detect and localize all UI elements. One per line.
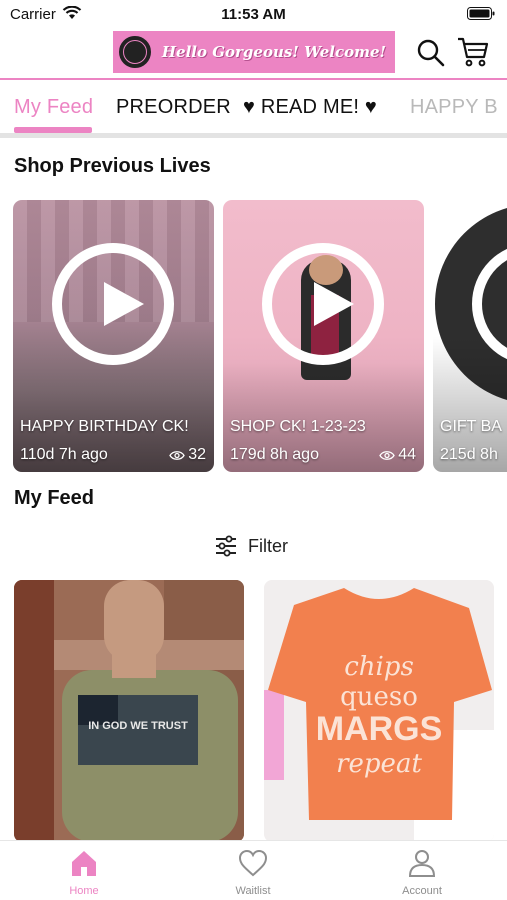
tab-read-me[interactable]: ♥ READ ME! ♥ <box>243 96 377 119</box>
shirt-text-line: repeat <box>336 749 422 779</box>
live-title: HAPPY BIRTHDAY CK! <box>20 418 189 435</box>
product-card[interactable]: IN GOD WE TRUST <box>14 580 244 842</box>
welcome-banner[interactable]: Hello Gorgeous! Welcome! <box>113 31 395 73</box>
live-meta: 179d 8h ago 44 <box>230 446 416 464</box>
live-title: SHOP CK! 1-23-23 <box>230 418 366 435</box>
tab-happy-birthday[interactable]: HAPPY B <box>410 96 498 119</box>
person-icon <box>408 850 436 877</box>
nav-waitlist[interactable]: Waitlist <box>203 847 303 897</box>
eye-icon <box>169 450 185 460</box>
nav-waitlist-label: Waitlist <box>235 885 271 897</box>
view-count: 44 <box>379 446 416 464</box>
product-card[interactable]: chips queso MARGS repeat <box>264 580 494 842</box>
previous-lives-carousel[interactable]: HAPPY BIRTHDAY CK! 110d 7h ago 32 SHOP C… <box>0 200 507 472</box>
eye-icon <box>379 450 395 460</box>
shirt-text-line: MARGS <box>316 710 443 748</box>
search-icon[interactable] <box>416 38 446 68</box>
cart-icon[interactable] <box>456 36 490 68</box>
live-title: GIFT BA <box>440 418 502 435</box>
live-card[interactable]: HAPPY BIRTHDAY CK! 110d 7h ago 32 <box>13 200 214 472</box>
nav-account-label: Account <box>402 885 442 897</box>
view-count-value: 44 <box>398 446 416 463</box>
bottom-nav: Home Waitlist Account <box>0 840 507 900</box>
filter-button[interactable]: Filter <box>214 532 288 560</box>
battery-icon <box>467 7 495 20</box>
filter-label: Filter <box>248 535 288 556</box>
live-age: 110d 7h ago <box>20 446 108 463</box>
tabs-divider <box>0 133 507 138</box>
feed-title: My Feed <box>14 487 95 509</box>
clock: 11:53 AM <box>221 6 286 23</box>
shirt-text-line: chips <box>344 652 414 682</box>
nav-home-label: Home <box>69 885 99 897</box>
nav-account[interactable]: Account <box>372 847 472 897</box>
status-bar: Carrier 11:53 AM <box>0 0 507 28</box>
heart-icon <box>238 849 268 877</box>
live-age: 215d 8h <box>440 446 498 463</box>
view-count: 32 <box>169 446 206 464</box>
banner-text: Hello Gorgeous! Welcome! <box>161 43 387 61</box>
live-meta: 110d 7h ago 32 <box>20 446 206 464</box>
view-count-value: 32 <box>188 446 206 463</box>
nav-home[interactable]: Home <box>34 847 134 897</box>
app-header: Hello Gorgeous! Welcome! <box>0 28 507 80</box>
live-card[interactable]: SHOP CK! 1-23-23 179d 8h ago 44 <box>223 200 424 472</box>
tab-preorder[interactable]: PREORDER <box>116 96 231 119</box>
live-card[interactable]: GIFT BA 215d 8h <box>433 200 507 472</box>
shirt-text: IN GOD WE TRUST <box>88 720 188 732</box>
tab-my-feed[interactable]: My Feed <box>14 96 93 119</box>
store-logo <box>117 34 153 70</box>
play-icon[interactable] <box>262 243 384 365</box>
shirt-text-line: queso <box>340 682 418 712</box>
category-tabs: My Feed PREORDER ♥ READ ME! ♥ HAPPY B <box>0 80 507 136</box>
live-meta: 215d 8h <box>440 446 507 464</box>
home-icon <box>72 851 96 876</box>
product-image: IN GOD WE TRUST <box>14 580 244 842</box>
previous-lives-title: Shop Previous Lives <box>14 155 211 177</box>
live-age: 179d 8h ago <box>230 446 319 463</box>
product-image: chips queso MARGS repeat <box>264 580 494 842</box>
filter-icon <box>216 535 236 557</box>
play-icon[interactable] <box>52 243 174 365</box>
